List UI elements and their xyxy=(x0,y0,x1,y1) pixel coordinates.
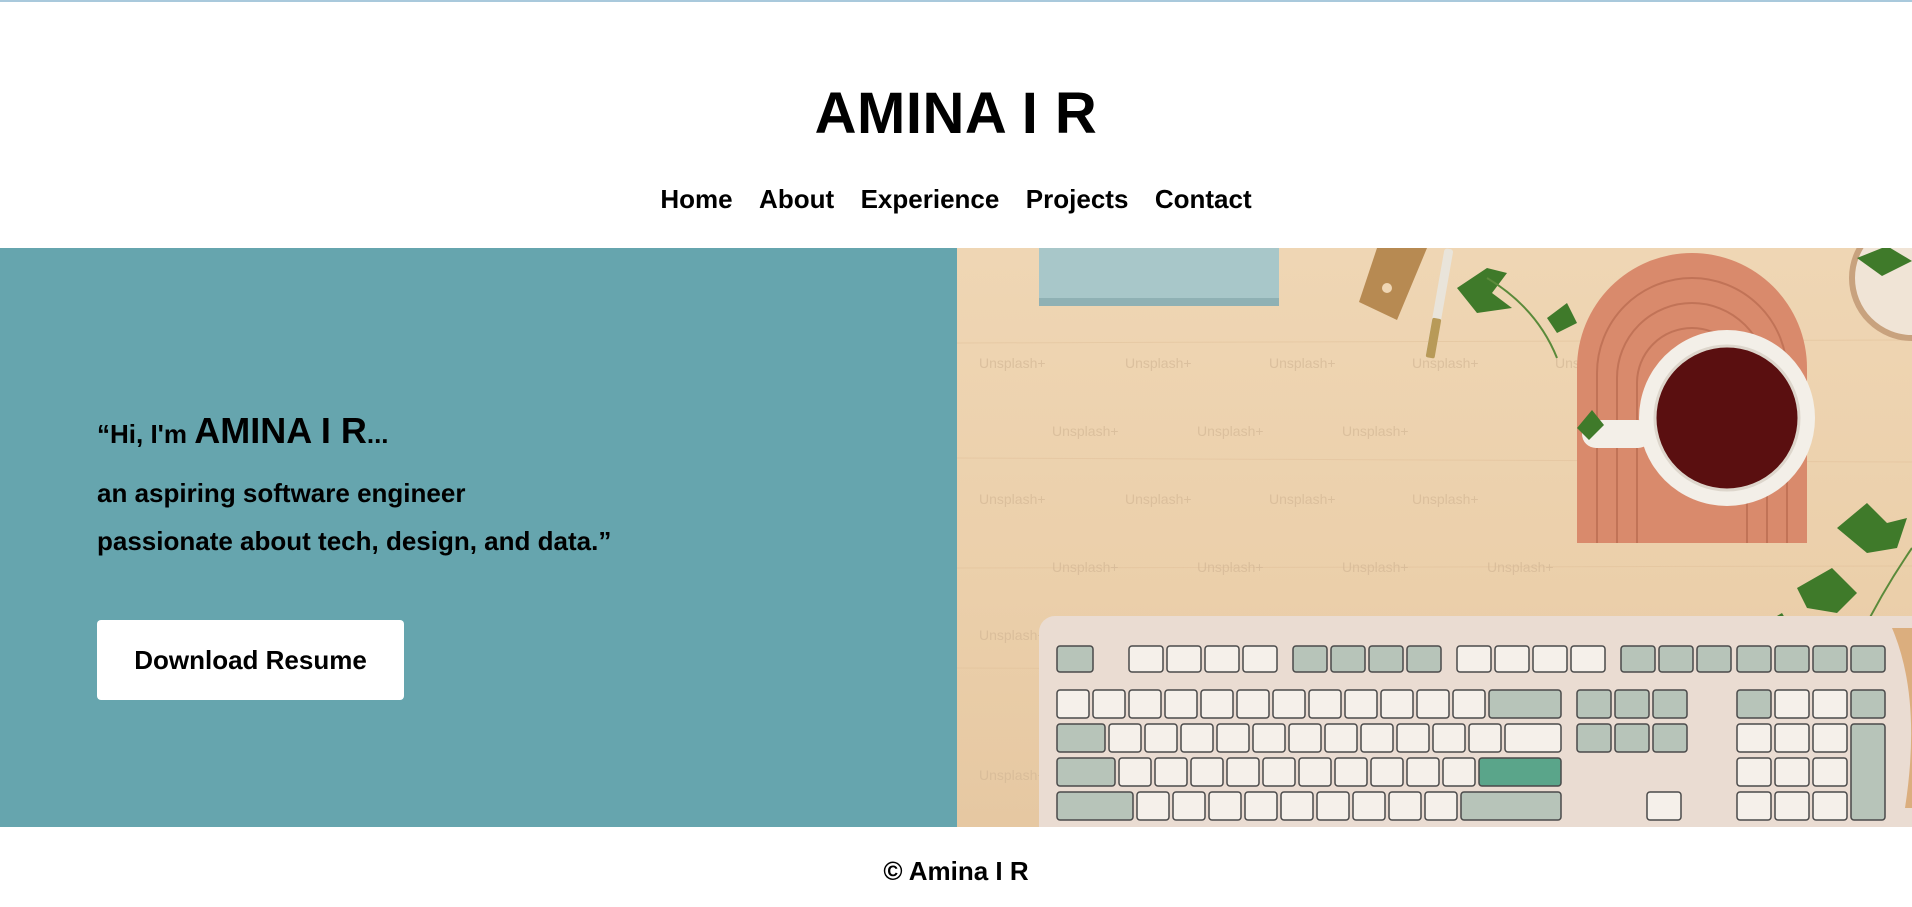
nav-about[interactable]: About xyxy=(759,180,834,218)
svg-text:Unsplash+: Unsplash+ xyxy=(1125,491,1192,507)
svg-text:Unsplash+: Unsplash+ xyxy=(1342,559,1409,575)
greeting-prefix: “Hi, I'm xyxy=(97,419,195,449)
nav-home[interactable]: Home xyxy=(660,180,732,218)
wooden-tag xyxy=(1359,248,1427,320)
desk-illustration: Unsplash+ Unsplash+ Unsplash+ Unsplash+ Unsp… xyxy=(957,248,1912,827)
tagline-line-1: an aspiring software engineer xyxy=(97,478,466,508)
hero-desk-image: Unsplash+ Unsplash+ Unsplash+ Unsplash+ Unsp… xyxy=(957,248,1912,827)
svg-text:Unsplash+: Unsplash+ xyxy=(1197,423,1264,439)
svg-text:Unsplash+: Unsplash+ xyxy=(979,491,1046,507)
copyright-text: © Amina I R xyxy=(883,856,1029,886)
svg-text:Unsplash+: Unsplash+ xyxy=(1052,423,1119,439)
download-resume-button[interactable]: Download Resume xyxy=(97,620,404,700)
greeting: “Hi, I'm AMINA I R... xyxy=(97,408,611,457)
nav-contact[interactable]: Contact xyxy=(1155,180,1252,218)
site-header: AMINA I R Home About Experience Projects… xyxy=(0,0,1912,248)
svg-text:Unsplash+: Unsplash+ xyxy=(1412,491,1479,507)
svg-text:Unsplash+: Unsplash+ xyxy=(1269,355,1336,371)
svg-text:Unsplash+: Unsplash+ xyxy=(1197,559,1264,575)
greeting-suffix: ... xyxy=(366,419,389,449)
nav-projects[interactable]: Projects xyxy=(1026,180,1129,218)
hero-section: “Hi, I'm AMINA I R... an aspiring softwa… xyxy=(0,248,1912,827)
tagline-line-2: passionate about tech, design, and data.… xyxy=(97,526,612,556)
greeting-name: AMINA I R xyxy=(194,410,367,451)
hero-text-panel: “Hi, I'm AMINA I R... an aspiring softwa… xyxy=(0,248,957,827)
blue-notebook xyxy=(1039,248,1279,306)
svg-text:Unsplash+: Unsplash+ xyxy=(1125,355,1192,371)
nav-experience[interactable]: Experience xyxy=(861,180,1000,218)
svg-text:Unsplash+: Unsplash+ xyxy=(1052,559,1119,575)
site-footer: © Amina I R xyxy=(0,827,1912,907)
svg-text:Unsplash+: Unsplash+ xyxy=(1342,423,1409,439)
svg-text:Unsplash+: Unsplash+ xyxy=(1487,559,1554,575)
svg-text:Unsplash+: Unsplash+ xyxy=(1269,491,1336,507)
main-nav: Home About Experience Projects Contact xyxy=(0,180,1912,218)
svg-text:Unsplash+: Unsplash+ xyxy=(979,355,1046,371)
site-title: AMINA I R xyxy=(814,81,1098,146)
svg-text:Unsplash+: Unsplash+ xyxy=(1412,355,1479,371)
svg-text:Unsplash+: Unsplash+ xyxy=(979,627,1046,643)
svg-text:Unsplash+: Unsplash+ xyxy=(979,767,1046,783)
hero-intro: “Hi, I'm AMINA I R... an aspiring softwa… xyxy=(97,408,611,565)
